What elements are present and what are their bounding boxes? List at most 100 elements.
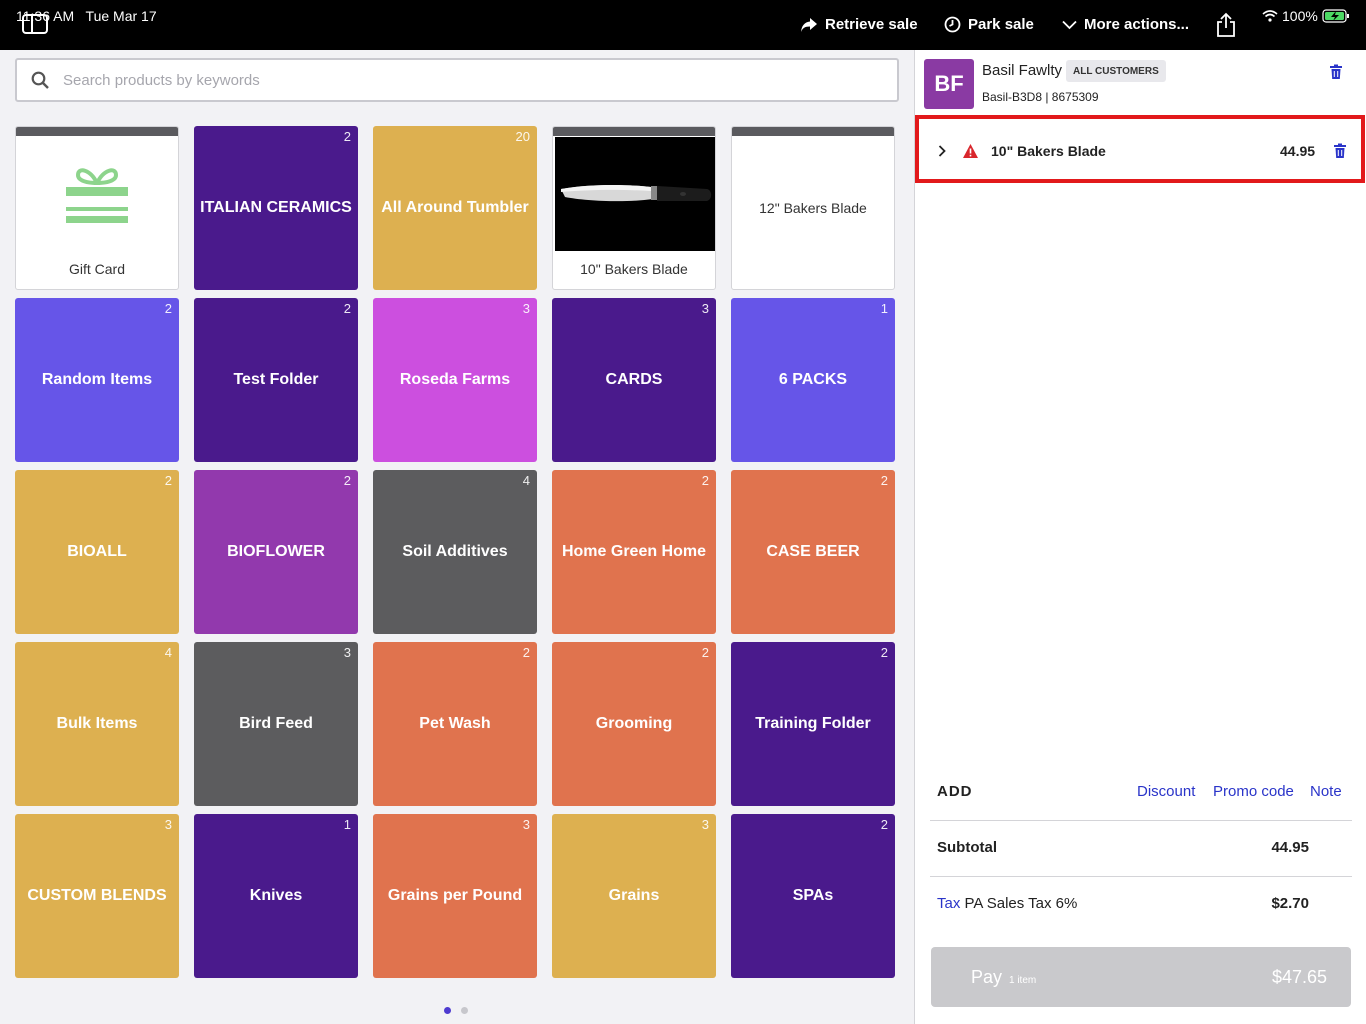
- status-indicators: 100%: [1262, 8, 1350, 24]
- note-link[interactable]: Note: [1310, 783, 1342, 800]
- tile-label: SPAs: [792, 887, 834, 904]
- tile-label: CUSTOM BLENDS: [27, 887, 167, 904]
- page-indicator[interactable]: [444, 1007, 468, 1014]
- tile-label: Bird Feed: [239, 715, 313, 732]
- subtotal-value: 44.95: [1271, 839, 1309, 856]
- tile-label: Pet Wash: [419, 715, 491, 732]
- pay-item-count: 1 item: [1009, 975, 1037, 986]
- product-tile[interactable]: 3 Roseda Farms: [373, 298, 537, 462]
- product-tile[interactable]: 12" Bakers Blade: [731, 126, 895, 290]
- tile-label: 6 PACKS: [778, 371, 848, 388]
- tile-label: Soil Additives: [402, 543, 508, 560]
- line-item[interactable]: 10" Bakers Blade 44.95: [915, 115, 1365, 183]
- product-tile[interactable]: 2 BIOFLOWER: [194, 470, 358, 634]
- product-tile[interactable]: 3 Grains: [552, 814, 716, 978]
- page-dot[interactable]: [461, 1007, 468, 1014]
- divider: [930, 876, 1352, 877]
- status-date-text: Tue Mar 17: [85, 8, 157, 24]
- line-item-name: 10" Bakers Blade: [991, 143, 1106, 159]
- product-panel: Gift Card 2ITALIAN CERAMICS20All Around T…: [0, 50, 914, 1024]
- remove-item-trash-icon[interactable]: [1333, 143, 1347, 159]
- sale-panel: BF Basil Fawlty ALL CUSTOMERS Basil-B3D8…: [914, 50, 1366, 1024]
- park-sale-label: Park sale: [968, 16, 1034, 33]
- product-tile[interactable]: 4 Bulk Items: [15, 642, 179, 806]
- wifi-icon: [1262, 10, 1278, 22]
- pay-total: $47.65: [1271, 967, 1327, 987]
- tile-label: 10" Bakers Blade: [580, 261, 688, 277]
- tile-label: Grains per Pound: [387, 887, 523, 904]
- product-tile[interactable]: 10" Bakers Blade: [552, 126, 716, 290]
- battery-charging-icon: [1322, 9, 1349, 23]
- tile-label: Random Items: [41, 371, 153, 388]
- tax-name: PA Sales Tax 6%: [964, 895, 1078, 912]
- product-tile[interactable]: 1 Knives: [194, 814, 358, 978]
- search-input[interactable]: [63, 71, 843, 89]
- clock-icon: [944, 16, 961, 33]
- product-tile[interactable]: 2 Grooming: [552, 642, 716, 806]
- subtotal-label: Subtotal: [937, 839, 997, 856]
- tile-label: Training Folder: [755, 715, 871, 732]
- customer-avatar[interactable]: BF: [924, 59, 974, 109]
- product-tile[interactable]: 3 Grains per Pound: [373, 814, 537, 978]
- more-actions-button[interactable]: More actions...: [1062, 16, 1189, 33]
- page-dot-active[interactable]: [444, 1007, 451, 1014]
- product-tile[interactable]: 2 SPAs: [731, 814, 895, 978]
- tile-label: CASE BEER: [766, 543, 860, 560]
- tile-label: Home Green Home: [561, 543, 707, 560]
- chevron-right-icon[interactable]: [938, 145, 946, 157]
- tile-label: ITALIAN CERAMICS: [200, 199, 352, 216]
- line-item-price: 44.95: [1280, 143, 1316, 159]
- redo-arrow-icon: [801, 17, 817, 32]
- retrieve-sale-label: Retrieve sale: [825, 16, 918, 33]
- product-tile[interactable]: 16 PACKS: [731, 298, 895, 462]
- product-tile[interactable]: 2 BIOALL: [15, 470, 179, 634]
- park-sale-button[interactable]: Park sale: [944, 16, 1034, 33]
- customer-group-badge: ALL CUSTOMERS: [1066, 60, 1166, 82]
- tile-label: Knives: [249, 887, 303, 904]
- pay-label: Pay: [971, 967, 1003, 987]
- remove-customer-trash-icon[interactable]: [1329, 64, 1343, 80]
- discount-link[interactable]: Discount: [1137, 783, 1195, 800]
- subtotal-row: Subtotal 44.95: [937, 839, 1309, 856]
- product-tile[interactable]: 3 CARDS: [552, 298, 716, 462]
- tax-link[interactable]: Tax: [937, 895, 960, 912]
- battery-percent: 100%: [1282, 8, 1318, 24]
- tax-value: $2.70: [1271, 895, 1309, 912]
- tile-label: Roseda Farms: [399, 371, 511, 388]
- tile-label: Gift Card: [68, 261, 125, 277]
- product-tile[interactable]: Gift Card: [15, 126, 179, 290]
- product-tile[interactable]: 4 Soil Additives: [373, 470, 537, 634]
- product-tile[interactable]: 2 CASE BEER: [731, 470, 895, 634]
- tile-label: Test Folder: [233, 371, 319, 388]
- search-bar[interactable]: [15, 58, 899, 102]
- tile-label: CARDS: [605, 371, 663, 388]
- warning-icon: [963, 144, 978, 158]
- tile-label: 12" Bakers Blade: [759, 200, 867, 216]
- product-tile[interactable]: 2 Home Green Home: [552, 470, 716, 634]
- customer-code: Basil-B3D8 | 8675309: [982, 90, 1099, 104]
- product-tile[interactable]: 3 Bird Feed: [194, 642, 358, 806]
- share-icon[interactable]: [1215, 12, 1237, 38]
- chevron-down-icon: [1062, 20, 1077, 29]
- tax-row: Tax PA Sales Tax 6% $2.70: [937, 895, 1309, 912]
- product-tile[interactable]: 2 Test Folder: [194, 298, 358, 462]
- retrieve-sale-button[interactable]: Retrieve sale: [800, 16, 918, 33]
- status-time: 11:36 AM Tue Mar 17: [16, 8, 157, 24]
- pay-button[interactable]: Pay 1 item $47.65: [931, 947, 1351, 1007]
- tile-label: Grains: [608, 887, 660, 904]
- promo-code-link[interactable]: Promo code: [1213, 783, 1294, 800]
- product-tile[interactable]: 2 Training Folder: [731, 642, 895, 806]
- product-tile[interactable]: 3 CUSTOM BLENDS: [15, 814, 179, 978]
- tile-label: Bulk Items: [56, 715, 138, 732]
- divider: [930, 820, 1352, 821]
- tile-label: BIOFLOWER: [227, 543, 325, 560]
- tile-label: All Around Tumbler: [381, 199, 529, 216]
- customer-name[interactable]: Basil Fawlty: [982, 62, 1062, 79]
- product-tile[interactable]: 2 ITALIAN CERAMICS: [194, 126, 358, 290]
- product-tile[interactable]: 2 Random Items: [15, 298, 179, 462]
- status-time-text: 11:36 AM: [16, 8, 75, 24]
- product-tile[interactable]: 20 All Around Tumbler: [373, 126, 537, 290]
- add-label: ADD: [937, 783, 973, 800]
- product-tile[interactable]: 2 Pet Wash: [373, 642, 537, 806]
- tile-label: BIOALL: [67, 543, 127, 560]
